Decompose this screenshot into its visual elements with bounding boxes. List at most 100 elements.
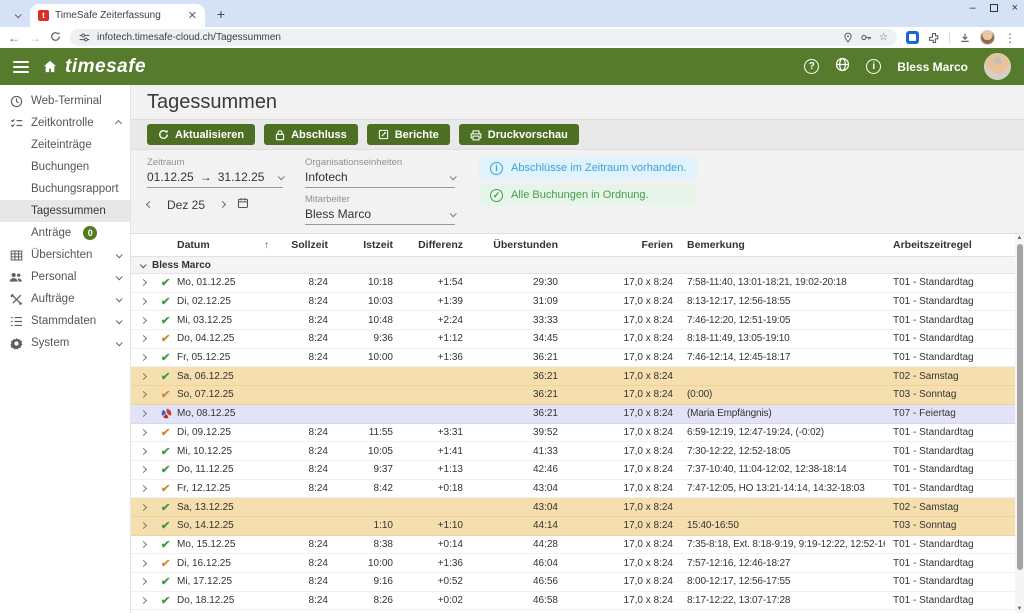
row-expand-icon[interactable] [131,467,155,472]
password-key-icon[interactable] [860,32,872,43]
table-header-col-differenz[interactable]: Differenz [393,239,463,251]
row-expand-icon[interactable] [131,299,155,304]
info-icon[interactable]: i [866,59,881,74]
site-settings-icon[interactable] [79,32,90,43]
table-header-col-bemerkung[interactable]: Bemerkung [673,239,885,251]
sidebar-item-antr-ge[interactable]: Anträge0 [0,222,130,244]
row-expand-icon[interactable] [131,411,155,416]
home-icon[interactable] [43,60,57,73]
back-icon[interactable]: ← [8,32,20,44]
row-expand-icon[interactable] [131,579,155,584]
browser-tab[interactable]: t TimeSafe Zeiterfassung ✕ [30,4,205,27]
tab-close-icon[interactable]: ✕ [188,9,197,22]
table-header-col-ferien[interactable]: Ferien [558,239,673,251]
browser-profile-avatar[interactable] [980,30,995,45]
table-row[interactable]: ✔Do, 11.12.258:249:37+1:1342:4617,0 x 8:… [131,461,1024,480]
location-icon[interactable] [843,32,853,43]
org-unit-select[interactable]: Organisationseinheiten Infotech [305,157,455,188]
sidebar-item-buchungen[interactable]: Buchungen [0,156,130,178]
sidebar-item-tagessummen[interactable]: Tagessummen [0,200,130,222]
sidebar-item--bersichten[interactable]: Übersichten [0,244,130,266]
table-header-col-datum[interactable]: Datum↑ [177,239,271,251]
date-range-chevron-icon[interactable] [278,173,285,180]
table-row[interactable]: ✔Do, 18.12.258:248:26+0:0246:5817,0 x 8:… [131,592,1024,611]
row-expand-icon[interactable] [131,542,155,547]
window-minimize-button[interactable]: – [969,2,975,14]
table-row[interactable]: ✔Mo, 01.12.258:2410:18+1:5429:3017,0 x 8… [131,274,1024,293]
row-expand-icon[interactable] [131,561,155,566]
date-from-value[interactable]: 01.12.25 [147,170,194,184]
window-close-button[interactable]: × [1012,2,1018,14]
menu-hamburger-icon[interactable] [13,61,29,73]
date-to-value[interactable]: 31.12.25 [218,170,265,184]
table-row[interactable]: ✔Do, 04.12.258:249:36+1:1234:4517,0 x 8:… [131,330,1024,349]
table-row[interactable]: ✔Fr, 12.12.258:248:42+0:1843:0417,0 x 8:… [131,480,1024,499]
forward-icon[interactable]: → [29,32,41,44]
scrollbar-down-icon[interactable]: ▼ [1015,606,1024,612]
row-expand-icon[interactable] [131,449,155,454]
table-row[interactable]: ✔Mi, 03.12.258:2410:48+2:2433:3317,0 x 8… [131,311,1024,330]
reload-icon[interactable] [50,31,61,44]
table-scrollbar[interactable]: ▲ ▼ [1015,234,1024,613]
downloads-icon[interactable] [959,32,971,44]
help-icon[interactable]: ? [804,59,819,74]
row-expand-icon[interactable] [131,430,155,435]
table-row[interactable]: ✔Mo, 15.12.258:248:38+0:1444:2817,0 x 8:… [131,536,1024,555]
table-row[interactable]: ✔Mi, 10.12.258:2410:05+1:4141:3317,0 x 8… [131,442,1024,461]
tab-search-button[interactable] [8,6,26,24]
prev-month-icon[interactable] [146,201,153,208]
bookmark-star-icon[interactable]: ☆ [879,32,888,43]
sidebar-item-buchungsrapport[interactable]: Buchungsrapport [0,178,130,200]
sidebar-item-web-terminal[interactable]: Web-Terminal [0,90,130,112]
table-header-col-sollzeit[interactable]: Sollzeit [271,239,328,251]
extensions-puzzle-icon[interactable] [928,32,940,44]
table-header-col-istzeit[interactable]: Istzeit [328,239,393,251]
new-tab-button[interactable]: + [211,4,231,24]
row-expand-icon[interactable] [131,505,155,510]
abschluss-button[interactable]: Abschluss [264,124,358,145]
row-expand-icon[interactable] [131,598,155,603]
row-expand-icon[interactable] [131,280,155,285]
table-row[interactable]: ✔Di, 09.12.258:2411:55+3:3139:5217,0 x 8… [131,424,1024,443]
scrollbar-thumb[interactable] [1017,244,1023,570]
table-row[interactable]: ✔Sa, 13.12.2543:0417,0 x 8:24T02 - Samst… [131,498,1024,517]
url-bar[interactable]: infotech.timesafe-cloud.ch/Tagessummen ☆ [70,29,897,46]
row-expand-icon[interactable] [131,374,155,379]
table-row[interactable]: ✔So, 14.12.251:10+1:1044:1417,0 x 8:2415… [131,517,1024,536]
employee-select[interactable]: Mitarbeiter Bless Marco [305,194,455,225]
sort-ascending-icon[interactable]: ↑ [264,240,269,251]
sidebar-item-zeitkontrolle[interactable]: Zeitkontrolle [0,112,130,134]
sidebar-item-personal[interactable]: Personal [0,266,130,288]
extension-badge-icon[interactable] [906,31,919,44]
table-row[interactable]: ✔Di, 16.12.258:2410:00+1:3646:0417,0 x 8… [131,554,1024,573]
sidebar-item-stammdaten[interactable]: Stammdaten [0,310,130,332]
group-collapse-icon[interactable] [140,261,147,268]
row-expand-icon[interactable] [131,486,155,491]
row-expand-icon[interactable] [131,392,155,397]
table-header-col-arbeitszeitregel[interactable]: Arbeitszeitregel [885,239,1014,251]
brand-logo[interactable]: timesafe [65,56,146,78]
table-header-col-ueberstunden[interactable]: Überstunden [463,239,558,251]
calendar-icon[interactable] [237,197,249,212]
sidebar-item-auftr-ge[interactable]: Aufträge [0,288,130,310]
aktualisieren-button[interactable]: Aktualisieren [147,124,255,145]
table-row[interactable]: ✔So, 07.12.2536:2117,0 x 8:24(0:00)T03 -… [131,386,1024,405]
table-row[interactable]: ✔Mi, 17.12.258:249:16+0:5246:5617,0 x 8:… [131,573,1024,592]
org-unit-chevron-icon[interactable] [450,173,457,180]
employee-chevron-icon[interactable] [450,210,457,217]
scrollbar-up-icon[interactable]: ▲ [1015,235,1024,241]
window-maximize-button[interactable] [990,4,998,12]
table-row[interactable]: ✔Fr, 05.12.258:2410:00+1:3636:2117,0 x 8… [131,349,1024,368]
row-expand-icon[interactable] [131,336,155,341]
table-row[interactable]: ✔Di, 02.12.258:2410:03+1:3931:0917,0 x 8… [131,293,1024,312]
table-row[interactable]: Mo, 08.12.2536:2117,0 x 8:24(Maria Empfä… [131,405,1024,424]
berichte-button[interactable]: Berichte [367,124,450,145]
language-globe-icon[interactable] [835,57,850,77]
date-range-field[interactable]: Zeitraum 01.12.25 → 31.12.25 [147,157,283,188]
row-expand-icon[interactable] [131,355,155,360]
druckvorschau-button[interactable]: Druckvorschau [459,124,579,145]
next-month-icon[interactable] [219,201,226,208]
table-row[interactable]: ✔Sa, 06.12.2536:2117,0 x 8:24T02 - Samst… [131,367,1024,386]
row-expand-icon[interactable] [131,318,155,323]
sidebar-item-zeiteintr-ge[interactable]: Zeiteinträge [0,134,130,156]
